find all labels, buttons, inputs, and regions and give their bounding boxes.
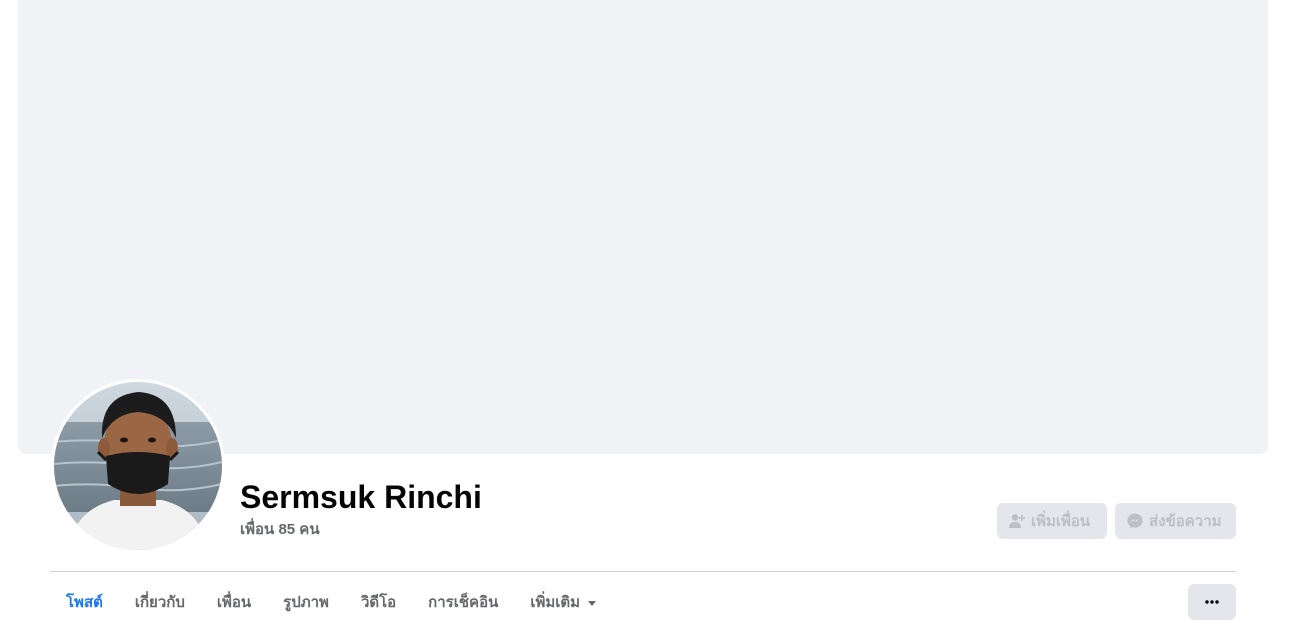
- tab-label: โพสต์: [66, 594, 103, 611]
- tab-label: การเช็คอิน: [428, 594, 499, 611]
- divider: [50, 571, 1236, 572]
- messenger-icon: [1127, 513, 1143, 529]
- tab-about[interactable]: เกี่ยวกับ: [119, 584, 201, 620]
- add-friend-icon: [1009, 514, 1025, 528]
- more-dots-icon: [1205, 600, 1219, 604]
- profile-picture[interactable]: [54, 382, 222, 550]
- friends-count[interactable]: เพื่อน 85 คน: [240, 520, 320, 540]
- tab-more[interactable]: เพิ่มเติม: [514, 584, 612, 620]
- profile-picture-frame[interactable]: [51, 379, 225, 553]
- add-friend-button[interactable]: เพิ่มเพื่อน: [997, 503, 1107, 539]
- tab-videos[interactable]: วิดีโอ: [345, 584, 412, 620]
- profile-tabs: โพสต์ เกี่ยวกับ เพื่อน รูปภาพ วิดีโอ การ…: [50, 584, 612, 620]
- tab-label: เกี่ยวกับ: [134, 594, 185, 611]
- tab-photos[interactable]: รูปภาพ: [267, 584, 345, 620]
- tab-label: เพิ่มเติม: [530, 594, 581, 611]
- tab-label: รูปภาพ: [283, 594, 329, 611]
- more-options-button[interactable]: [1188, 584, 1236, 620]
- tab-label: วิดีโอ: [360, 594, 397, 611]
- send-message-button[interactable]: ส่งข้อความ: [1115, 503, 1236, 539]
- send-message-label: ส่งข้อความ: [1149, 513, 1222, 530]
- tab-label: เพื่อน: [216, 594, 252, 611]
- profile-name: Sermsuk Rinchi: [240, 479, 482, 515]
- add-friend-label: เพิ่มเพื่อน: [1031, 513, 1091, 530]
- tab-checkins[interactable]: การเช็คอิน: [412, 584, 514, 620]
- caret-down-icon: [588, 600, 597, 606]
- cover-photo[interactable]: [18, 0, 1268, 454]
- profile-page: Sermsuk Rinchi เพื่อน 85 คน เพิ่มเพื่อน …: [0, 0, 1296, 626]
- tab-friends[interactable]: เพื่อน: [201, 584, 267, 620]
- tab-posts[interactable]: โพสต์: [50, 584, 119, 620]
